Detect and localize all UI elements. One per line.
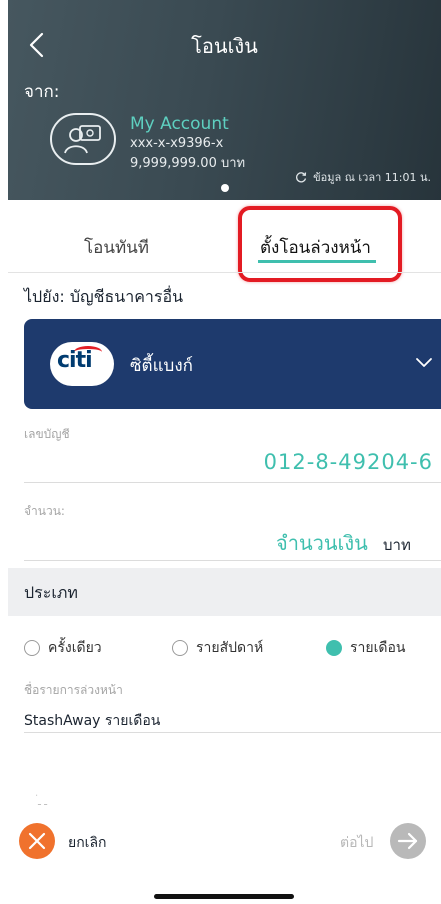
next-button[interactable]: [390, 823, 426, 859]
home-indicator[interactable]: [154, 894, 294, 899]
radio-weekly[interactable]: รายสัปดาห์: [172, 637, 263, 659]
close-icon: [28, 832, 46, 850]
account-number-input[interactable]: 012-8-49204-6: [264, 450, 433, 474]
divider: [24, 482, 441, 483]
account-name: My Account: [130, 114, 229, 134]
cancel-label[interactable]: ยกเลิก: [68, 832, 107, 854]
account-header: โอนเงิน จาก: My Account xxx-x-x9396-x 9,…: [8, 0, 441, 200]
radio-monthly[interactable]: รายเดือน: [326, 637, 405, 659]
citi-logo: citi: [50, 342, 114, 386]
radio-circle-selected: [326, 640, 342, 656]
schedule-name-label: ชื่อรายการล่วงหน้า: [24, 683, 123, 697]
bank-selector[interactable]: citi ซิตี้แบงก์: [24, 319, 441, 409]
tab-transfer-now[interactable]: โอนทันที: [84, 234, 149, 261]
type-title: ประเภท: [24, 583, 78, 602]
schedule-name-input[interactable]: StashAway รายเดือน: [24, 710, 160, 732]
divider: [8, 272, 441, 273]
bank-name: ซิตี้แบงก์: [130, 356, 193, 376]
account-number: xxx-x-x9396-x: [130, 136, 224, 151]
carousel-indicator: [221, 184, 229, 192]
radio-circle: [24, 640, 40, 656]
cancel-button[interactable]: [19, 823, 55, 859]
highlight-box: [238, 206, 402, 282]
faded-text: ـ ـ่: [38, 797, 48, 808]
amount-input[interactable]: จำนวนเงิน: [276, 527, 368, 559]
radio-once[interactable]: ครั้งเดียว: [24, 637, 102, 659]
amount-unit: บาท: [383, 536, 411, 554]
from-label: จาก:: [24, 82, 60, 102]
refresh-icon: [296, 172, 307, 183]
account-balance: 9,999,999.00 บาท: [130, 156, 246, 171]
page-title: โอนเงิน: [191, 34, 258, 58]
type-section-header: ประเภท: [8, 568, 441, 616]
transfer-screen: โอนเงิน จาก: My Account xxx-x-x9396-x 9,…: [8, 0, 441, 904]
amount-label: จำนวน:: [24, 504, 65, 518]
refresh-time: ข้อมูล ณ เวลา 11:01 น.: [313, 171, 431, 184]
divider: [24, 560, 441, 561]
arrow-right-icon: [397, 832, 418, 850]
divider: [24, 732, 441, 733]
destination-label: ไปยัง: บัญชีธนาคารอื่น: [24, 287, 184, 306]
account-number-label: เลขบัญชี: [24, 427, 70, 441]
chevron-down-icon: [416, 358, 432, 367]
account-icon: [50, 113, 116, 165]
next-label[interactable]: ต่อไป: [340, 832, 373, 854]
radio-circle: [172, 640, 188, 656]
refresh-info[interactable]: ข้อมูล ณ เวลา 11:01 น.: [295, 168, 431, 186]
